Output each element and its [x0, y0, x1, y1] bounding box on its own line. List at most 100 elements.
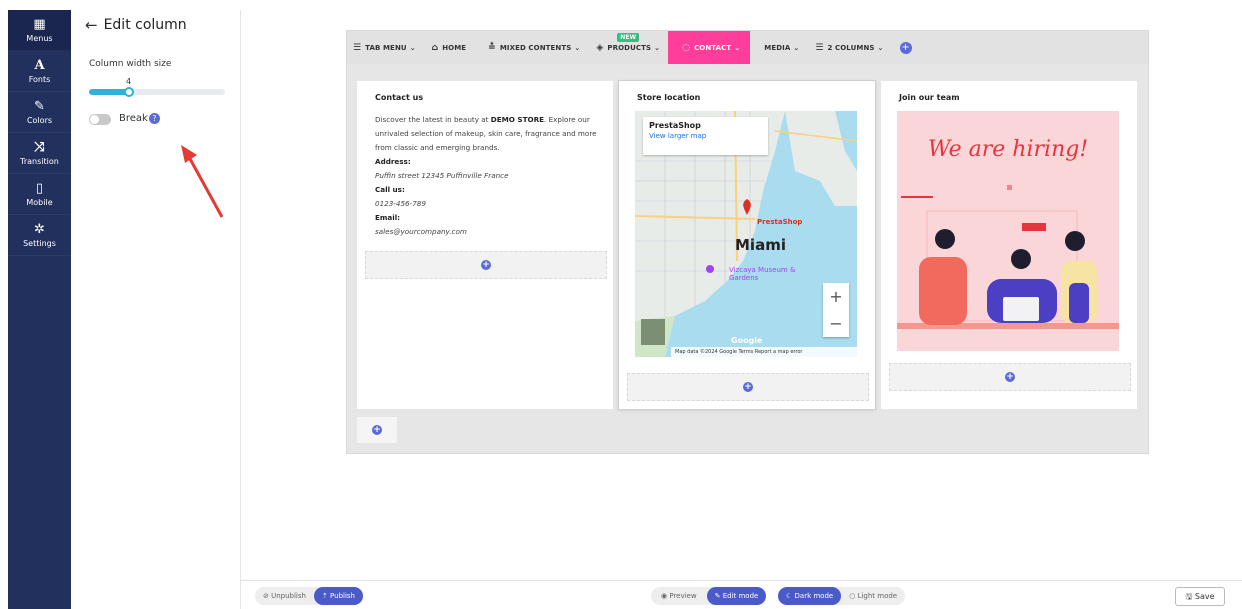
column-store-location[interactable]: Store location PrestaShop View larger ma…: [619, 81, 875, 409]
theme-toggle-group: ☾ Dark mode ○ Light mode: [778, 587, 906, 605]
light-mode-button[interactable]: ○ Light mode: [841, 587, 905, 605]
intro-text: Discover the latest in beauty at: [375, 115, 491, 124]
help-icon[interactable]: ?: [149, 113, 160, 124]
home-icon: ⌂: [431, 42, 439, 53]
zoom-out-button[interactable]: −: [823, 310, 849, 337]
phone-value: 0123-456-789: [375, 199, 426, 208]
publish-toggle-group: ⊘ Unpublish ⇡ Publish: [255, 587, 363, 605]
slider-fill: [89, 89, 129, 95]
column-contact[interactable]: Contact us Discover the latest in beauty…: [357, 81, 613, 409]
add-column-button[interactable]: +: [357, 417, 397, 443]
rail-item-fonts[interactable]: A Fonts: [8, 51, 71, 92]
add-block-button[interactable]: +: [889, 363, 1131, 391]
email-label: Email:: [375, 213, 401, 222]
list-icon: ☰: [353, 42, 362, 53]
address-label: Address:: [375, 157, 411, 166]
gear-icon: ✲: [34, 221, 45, 237]
map-city-label: Miami: [735, 236, 786, 254]
add-block-button[interactable]: +: [627, 373, 869, 401]
menu-item-label: CONTACT: [694, 43, 732, 52]
column-width-label: Column width size: [89, 59, 172, 69]
rail-label: Colors: [26, 115, 53, 125]
font-icon: A: [34, 57, 45, 73]
unpublish-label: Unpublish: [271, 592, 306, 600]
rail-label: Transition: [20, 156, 59, 166]
brush-icon: ✎: [34, 98, 45, 114]
chevron-down-icon: ⌄: [734, 43, 741, 52]
email-value: sales@yourcompany.com: [375, 227, 467, 236]
diamond-icon: ◈: [596, 42, 604, 53]
grid-icon: ▦: [33, 16, 46, 32]
publish-button[interactable]: ⇡ Publish: [313, 587, 363, 605]
save-label: Save: [1194, 592, 1215, 601]
embedded-map[interactable]: PrestaShop View larger map PrestaShop Mi…: [635, 111, 857, 357]
store-name: DEMO STORE: [490, 115, 545, 124]
plus-icon: +: [481, 260, 491, 270]
map-info-card: PrestaShop View larger map: [643, 117, 768, 155]
view-larger-map-link[interactable]: View larger map: [649, 132, 762, 140]
menu-item-tab-menu[interactable]: ☰ TAB MENU ⌄: [347, 31, 424, 64]
light-mode-label: Light mode: [857, 592, 898, 600]
dark-mode-button[interactable]: ☾ Dark mode: [778, 587, 842, 605]
list-icon: ☰: [815, 42, 824, 53]
column-width-value: 4: [126, 77, 132, 86]
add-menu-button[interactable]: +: [899, 41, 912, 54]
mega-menu-preview: ☰ TAB MENU ⌄ ⌂ HOME ≛ MIXED CONTENTS ⌄ N…: [346, 30, 1149, 454]
column-title: Store location: [637, 93, 701, 102]
rail-item-menus[interactable]: ▦ Menus: [8, 10, 71, 51]
chevron-down-icon: ⌄: [877, 43, 884, 52]
hiring-illustration: [897, 185, 1119, 329]
publish-label: Publish: [330, 592, 355, 600]
rail-item-settings[interactable]: ✲ Settings: [8, 215, 71, 256]
column-join-team[interactable]: Join our team We are hiring! +: [881, 81, 1137, 409]
google-logo: Google: [731, 336, 763, 345]
mode-toggle-group: ◉ Preview ✎ Edit mode: [651, 587, 767, 605]
map-zoom-controls: + −: [823, 283, 849, 337]
menu-item-media[interactable]: MEDIA ⌄: [750, 31, 807, 64]
panel-header: ← Edit column: [85, 16, 187, 34]
shuffle-icon: ⤨: [34, 139, 45, 155]
menu-item-label: MEDIA: [764, 43, 791, 52]
app: ▦ Menus A Fonts ✎ Colors ⤨ Transition ▯ …: [0, 0, 1242, 609]
chevron-down-icon: ⌄: [574, 43, 581, 52]
bottom-toolbar: ⊘ Unpublish ⇡ Publish ◉ Preview ✎ Edit m…: [241, 580, 1242, 609]
column-title: Contact us: [375, 93, 424, 102]
map-place-title: PrestaShop: [649, 121, 701, 130]
chevron-down-icon: ⌄: [409, 43, 416, 52]
edit-mode-button[interactable]: ✎ Edit mode: [706, 587, 767, 605]
preview-label: Preview: [669, 592, 697, 600]
rail-item-mobile[interactable]: ▯ Mobile: [8, 174, 71, 215]
chevron-down-icon: ⌄: [793, 43, 800, 52]
map-poi-label: Vizcaya Museum & Gardens: [729, 266, 796, 282]
edit-mode-label: Edit mode: [722, 592, 759, 600]
rail-item-transition[interactable]: ⤨ Transition: [8, 133, 71, 174]
zoom-in-button[interactable]: +: [823, 283, 849, 310]
menu-item-label: TAB MENU: [365, 43, 407, 52]
menu-item-contact[interactable]: ◌ CONTACT ⌄: [668, 31, 751, 64]
break-toggle[interactable]: [89, 114, 111, 125]
menu-item-home[interactable]: ⌂ HOME: [424, 31, 475, 64]
menu-item-label: PRODUCTS: [607, 43, 652, 52]
rail-item-colors[interactable]: ✎ Colors: [8, 92, 71, 133]
call-label: Call us:: [375, 185, 405, 194]
red-arrow-annotation: [181, 145, 224, 218]
column-width-slider[interactable]: [89, 87, 225, 97]
save-button[interactable]: 🖫 Save: [1175, 587, 1225, 606]
menu-item-mixed-contents[interactable]: ≛ MIXED CONTENTS ⌄: [474, 31, 588, 64]
menu-item-2-columns[interactable]: ☰ 2 COLUMNS ⌄: [807, 31, 891, 64]
panel-title: Edit column: [103, 17, 187, 33]
menu-item-label: HOME: [442, 43, 467, 52]
menu-item-products[interactable]: NEW ◈ PRODUCTS ⌄: [588, 31, 668, 64]
plus-icon: +: [1005, 372, 1015, 382]
plus-icon: +: [372, 425, 382, 435]
slider-thumb[interactable]: [124, 87, 134, 97]
back-arrow-icon[interactable]: ←: [85, 16, 98, 34]
chevron-down-icon: ⌄: [654, 43, 661, 52]
preview-button[interactable]: ◉ Preview: [651, 587, 707, 605]
unpublish-button[interactable]: ⊘ Unpublish: [255, 587, 314, 605]
chat-icon: ◌: [682, 42, 691, 53]
add-block-button[interactable]: +: [365, 251, 607, 279]
rail-label: Menus: [26, 33, 53, 43]
menu-item-label: 2 COLUMNS: [827, 43, 875, 52]
new-badge: NEW: [617, 33, 640, 42]
